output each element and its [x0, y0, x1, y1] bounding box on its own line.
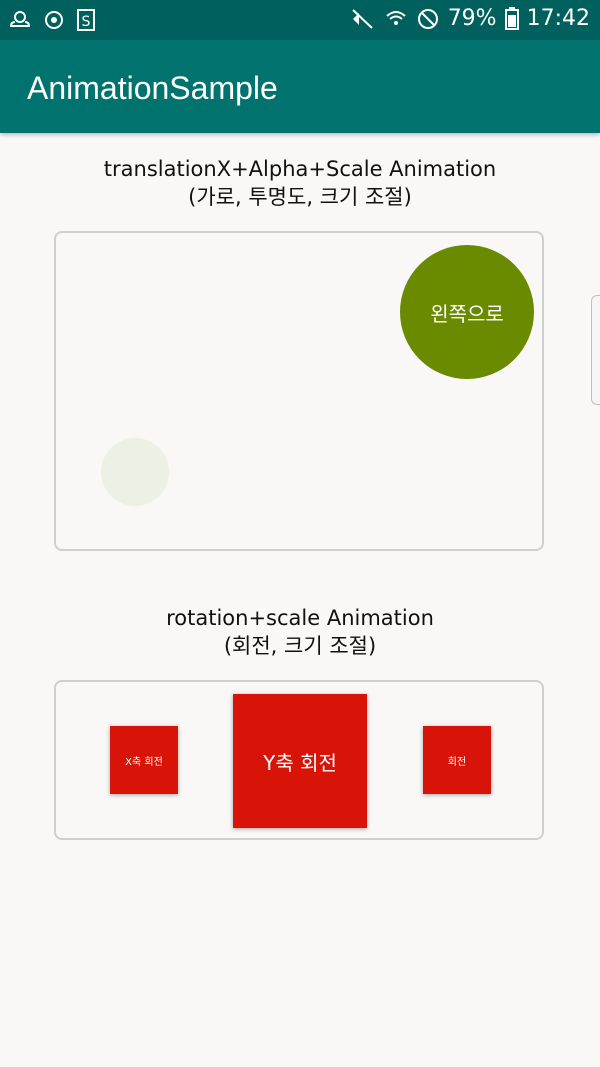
weather-icon [8, 8, 32, 32]
time-text: 17:42 [526, 6, 590, 31]
moving-circle-label: 왼쪽으로 [430, 301, 504, 326]
x-rotate-square[interactable]: X축 회전 [110, 726, 178, 794]
y-rotate-label: Y축 회전 [263, 750, 337, 775]
sync-icon [42, 8, 66, 32]
rotate-square[interactable]: 회전 [423, 726, 491, 794]
section1-title-line1: translationX+Alpha+Scale Animation [103, 157, 497, 181]
battery-text: 79% [447, 6, 497, 31]
section2-title-line1: rotation+scale Animation [166, 606, 434, 630]
edge-panel-handle[interactable] [591, 295, 600, 405]
vibrate-mute-icon [350, 7, 376, 31]
rotate-label: 회전 [447, 756, 467, 768]
status-bar: S 79% 17:42 [0, 0, 600, 40]
ghost-circle [101, 438, 169, 506]
section2-title-line2: (회전, 크기 조절) [223, 634, 377, 658]
s-app-icon: S [76, 8, 96, 32]
y-rotate-square[interactable]: Y축 회전 [233, 694, 367, 828]
rotation-card: X축 회전 Y축 회전 회전 [54, 680, 544, 840]
section1-title: translationX+Alpha+Scale Animation (가로, … [0, 155, 600, 211]
svg-text:S: S [82, 14, 91, 30]
app-bar: AnimationSample [0, 40, 600, 133]
moving-circle[interactable]: 왼쪽으로 [400, 245, 534, 379]
section1-title-line2: (가로, 투명도, 크기 조절) [188, 185, 412, 209]
x-rotate-label: X축 회전 [125, 756, 163, 768]
wifi-icon [384, 7, 408, 31]
app-title: AnimationSample [27, 70, 278, 106]
section2-title: rotation+scale Animation (회전, 크기 조절) [0, 604, 600, 660]
translation-card: 왼쪽으로 [54, 231, 544, 551]
status-left-icons: S [8, 8, 96, 32]
status-right: 79% 17:42 [350, 6, 590, 31]
battery-icon [504, 6, 519, 31]
do-not-disturb-icon [416, 7, 440, 31]
